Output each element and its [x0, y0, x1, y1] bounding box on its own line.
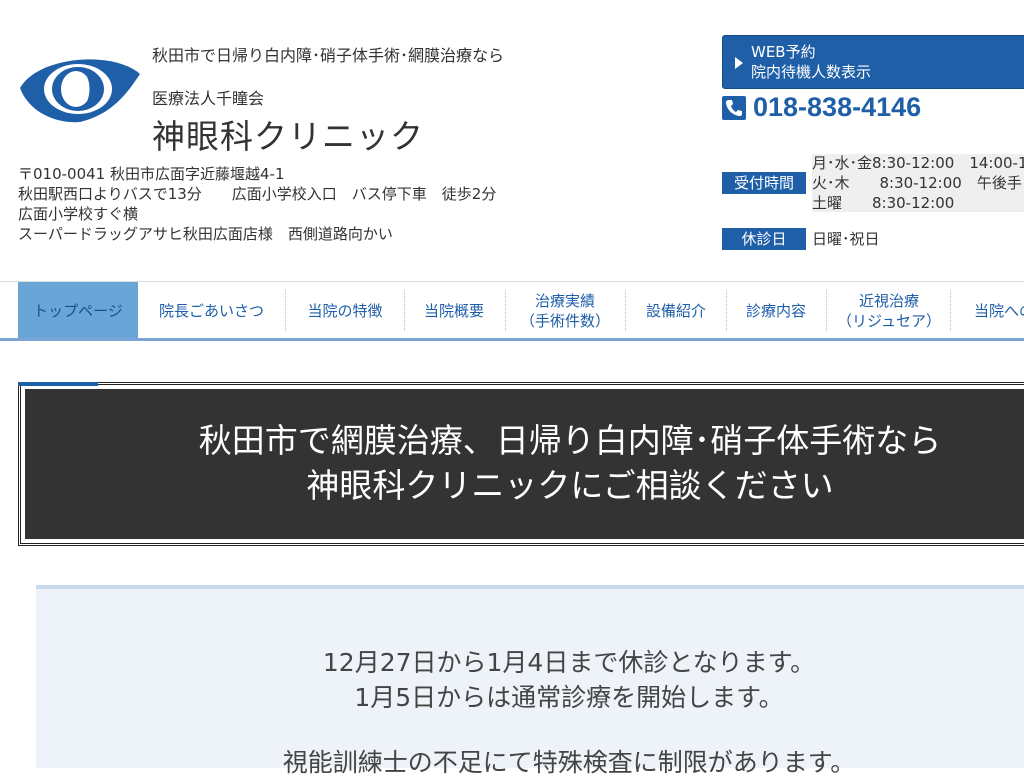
nav-item-label: 近視治療 [858, 291, 919, 310]
nav-divider [726, 290, 727, 331]
notice-line: 12月27日から1月4日まで休診となります。 [322, 648, 816, 677]
notice-text: 12月27日から1月4日まで休診となります。 1月5日からは通常診療を開始します… [36, 645, 1024, 780]
waiting-count-label: 院内待機人数表示 [751, 63, 872, 81]
reception-hours-label: 受付時間 [722, 172, 806, 194]
nav-item-label: 院長ごあいさつ [158, 301, 264, 320]
hours-row: 月･水･金8:30-12:00 14:00-17: [812, 154, 1024, 172]
nav-item-sublabel: （リジュセア） [837, 311, 941, 330]
nav-divider [404, 290, 405, 331]
nav-item-access[interactable]: 当院への [960, 282, 1024, 339]
global-nav: トップページ 院長ごあいさつ 当院の特徴 当院概要 治療実績 （手術件数） 設備… [0, 281, 1024, 340]
access-landmark-line: 広面小学校すぐ横 [18, 205, 139, 223]
nav-item-label: 診療内容 [745, 301, 806, 320]
access-landmark-line: スーパードラッグアサヒ秋田広面店様 西側道路向かい [18, 225, 393, 243]
nav-item-equipment[interactable]: 設備紹介 [630, 282, 722, 339]
nav-item-sublabel: （手術件数） [519, 311, 610, 330]
hours-row: 火･木 8:30-12:00 午後手 [812, 174, 1022, 192]
access-line: 秋田駅西口よりバスで13分 広面小学校入口 バス停下車 徒歩2分 [18, 185, 497, 203]
nav-item-label: 設備紹介 [645, 301, 706, 320]
phone-icon [722, 96, 746, 120]
address-line: 〒010-0041 秋田市広面字近藤堰越4-1 [18, 165, 285, 183]
web-reservation-label: WEB予約 [751, 43, 816, 61]
clinic-logo[interactable] [18, 52, 142, 124]
hero-heading-line: 秋田市で網膜治療、日帰り白内障･硝子体手術なら [198, 421, 942, 460]
hero-accent-bar [18, 382, 98, 386]
nav-item-label: 当院の特徴 [307, 301, 383, 320]
nav-item-features[interactable]: 当院の特徴 [292, 282, 398, 339]
header-tagline: 秋田市で日帰り白内障･硝子体手術･網膜治療なら [152, 46, 505, 65]
nav-item-top[interactable]: トップページ [18, 282, 138, 339]
nav-divider [950, 290, 951, 331]
nav-item-greeting[interactable]: 院長ごあいさつ [145, 282, 278, 339]
play-arrow-icon [735, 57, 743, 69]
nav-divider [826, 290, 827, 331]
nav-divider [625, 290, 626, 331]
nav-underline [0, 338, 1024, 341]
logo-pupil [61, 71, 91, 107]
nav-item-overview[interactable]: 当院概要 [410, 282, 498, 339]
corporation-name: 医療法人千瞳会 [152, 89, 265, 108]
hours-row: 土曜 8:30-12:00 [812, 194, 955, 212]
hero-heading-line: 神眼科クリニックにご相談ください [306, 466, 834, 505]
nav-item-label: トップページ [33, 301, 123, 320]
hero-heading: 秋田市で網膜治療、日帰り白内障･硝子体手術なら 神眼科クリニックにご相談ください [25, 418, 1024, 508]
phone-number[interactable]: 018-838-4146 [753, 92, 921, 123]
nav-divider [285, 290, 286, 331]
nav-item-label: 当院概要 [423, 301, 484, 320]
clinic-name[interactable]: 神眼科クリニック [152, 110, 424, 158]
closed-days-label: 休診日 [722, 228, 806, 250]
nav-item-label: 治療実績 [534, 291, 595, 310]
web-reservation-button[interactable]: WEB予約 院内待機人数表示 [722, 35, 1024, 89]
nav-item-label: 当院への [974, 301, 1024, 320]
nav-item-myopia-treatment[interactable]: 近視治療 （リジュセア） [830, 282, 948, 339]
closed-days-value: 日曜･祝日 [812, 230, 880, 248]
nav-item-services[interactable]: 診療内容 [730, 282, 822, 339]
notice-line: 1月5日からは通常診療を開始します。 [354, 683, 784, 712]
notice-line: 視能訓練士の不足にて特殊検査に制限があります。 [282, 748, 856, 777]
nav-item-surgery-results[interactable]: 治療実績 （手術件数） [510, 282, 620, 339]
nav-divider [505, 290, 506, 331]
